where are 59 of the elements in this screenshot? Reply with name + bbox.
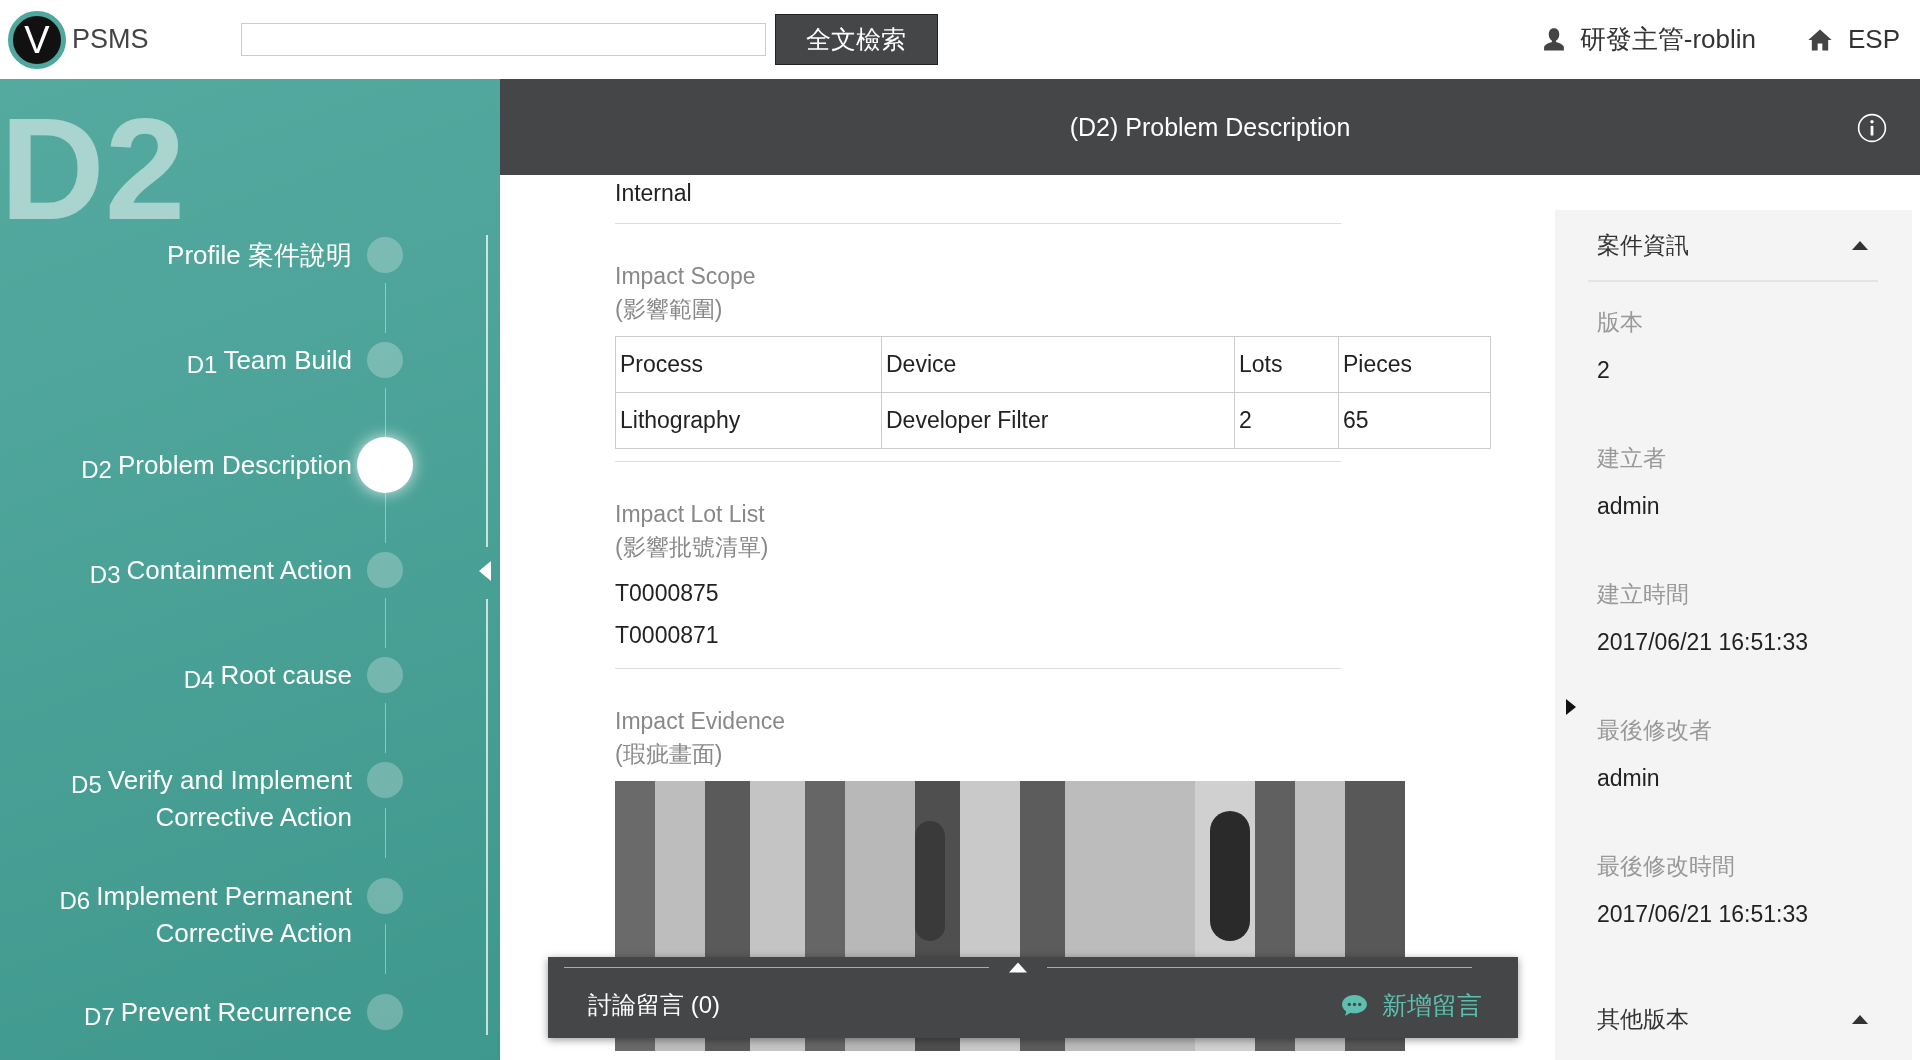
collapse-icon[interactable] (1009, 961, 1027, 973)
field-label: 建立時間 (1597, 580, 1690, 609)
column-header: Device (881, 336, 1235, 393)
user-link[interactable]: 研發主管-roblin (1579, 22, 1756, 57)
section-subtitle: (影響批號清單) (615, 533, 770, 562)
column-header: Lots (1234, 336, 1339, 393)
chat-icon (1341, 993, 1368, 1017)
comment-count: 討論留言 (0) (588, 990, 720, 1020)
step-dot[interactable] (367, 878, 403, 914)
column-header: Process (615, 336, 882, 393)
field-value: admin (1597, 764, 1661, 793)
step-link[interactable]: D7 Prevent Recurrence (0, 994, 352, 1031)
section-title: Impact Scope (615, 262, 757, 291)
step-link[interactable]: D4 Root cause (0, 657, 352, 694)
section-title: Impact Evidence (615, 707, 787, 736)
step-dot[interactable] (367, 657, 403, 693)
table-cell: 2 (1234, 392, 1339, 449)
step-link[interactable]: D3 Containment Action (0, 552, 352, 589)
step-link[interactable]: D2 Problem Description (0, 447, 352, 484)
panel-title: 案件資訊 (1597, 230, 1689, 260)
section-subtitle: (影響範圍) (615, 295, 724, 324)
step-link[interactable]: D5 Verify and Implement Corrective Action (0, 762, 352, 835)
field-label: 最後修改者 (1597, 716, 1713, 745)
lot-number: T0000875 (615, 579, 720, 608)
section-title: Impact Lot List (615, 500, 766, 529)
step-dot[interactable] (367, 237, 403, 273)
search-field[interactable] (240, 23, 766, 56)
step-dot[interactable] (367, 552, 403, 588)
search-button[interactable]: 全文檢索 (774, 14, 938, 65)
field-value: admin (1597, 492, 1661, 521)
field-value: 2017/06/21 16:51:33 (1597, 628, 1810, 657)
step-dot[interactable] (367, 342, 403, 378)
field-value: Internal (615, 179, 693, 208)
table-cell: Developer Filter (881, 392, 1235, 449)
brand-name: PSMS (72, 24, 149, 55)
step-dot[interactable] (357, 437, 413, 493)
table-cell: Lithography (615, 392, 882, 449)
expand-icon[interactable] (1566, 699, 1576, 715)
add-comment-link[interactable]: 新增留言 (1382, 988, 1482, 1022)
step-link[interactable]: D6 Implement Permanent Corrective Action (0, 878, 352, 951)
lot-number: T0000871 (615, 621, 720, 650)
field-value: 2017/06/21 16:51:33 (1597, 900, 1810, 929)
caret-icon[interactable] (1852, 1014, 1868, 1024)
caret-icon[interactable] (1852, 240, 1868, 250)
logo-icon: V (8, 10, 66, 69)
field-label: 建立者 (1597, 444, 1667, 473)
field-value: 2 (1597, 356, 1611, 385)
field-label: 版本 (1597, 308, 1644, 337)
info-icon[interactable] (1857, 113, 1887, 143)
step-link[interactable]: D1 Team Build (0, 342, 352, 379)
column-header: Pieces (1338, 336, 1491, 393)
step-dot[interactable] (367, 994, 403, 1030)
field-label: 最後修改時間 (1597, 852, 1736, 881)
section-subtitle: (瑕疵畫面) (615, 740, 724, 769)
step-dot[interactable] (367, 762, 403, 798)
panel-title: 其他版本 (1597, 1004, 1689, 1034)
home-link[interactable]: ESP (1847, 24, 1900, 55)
page-title: (D2) Problem Description (1069, 112, 1351, 142)
table-cell: 65 (1338, 392, 1491, 449)
